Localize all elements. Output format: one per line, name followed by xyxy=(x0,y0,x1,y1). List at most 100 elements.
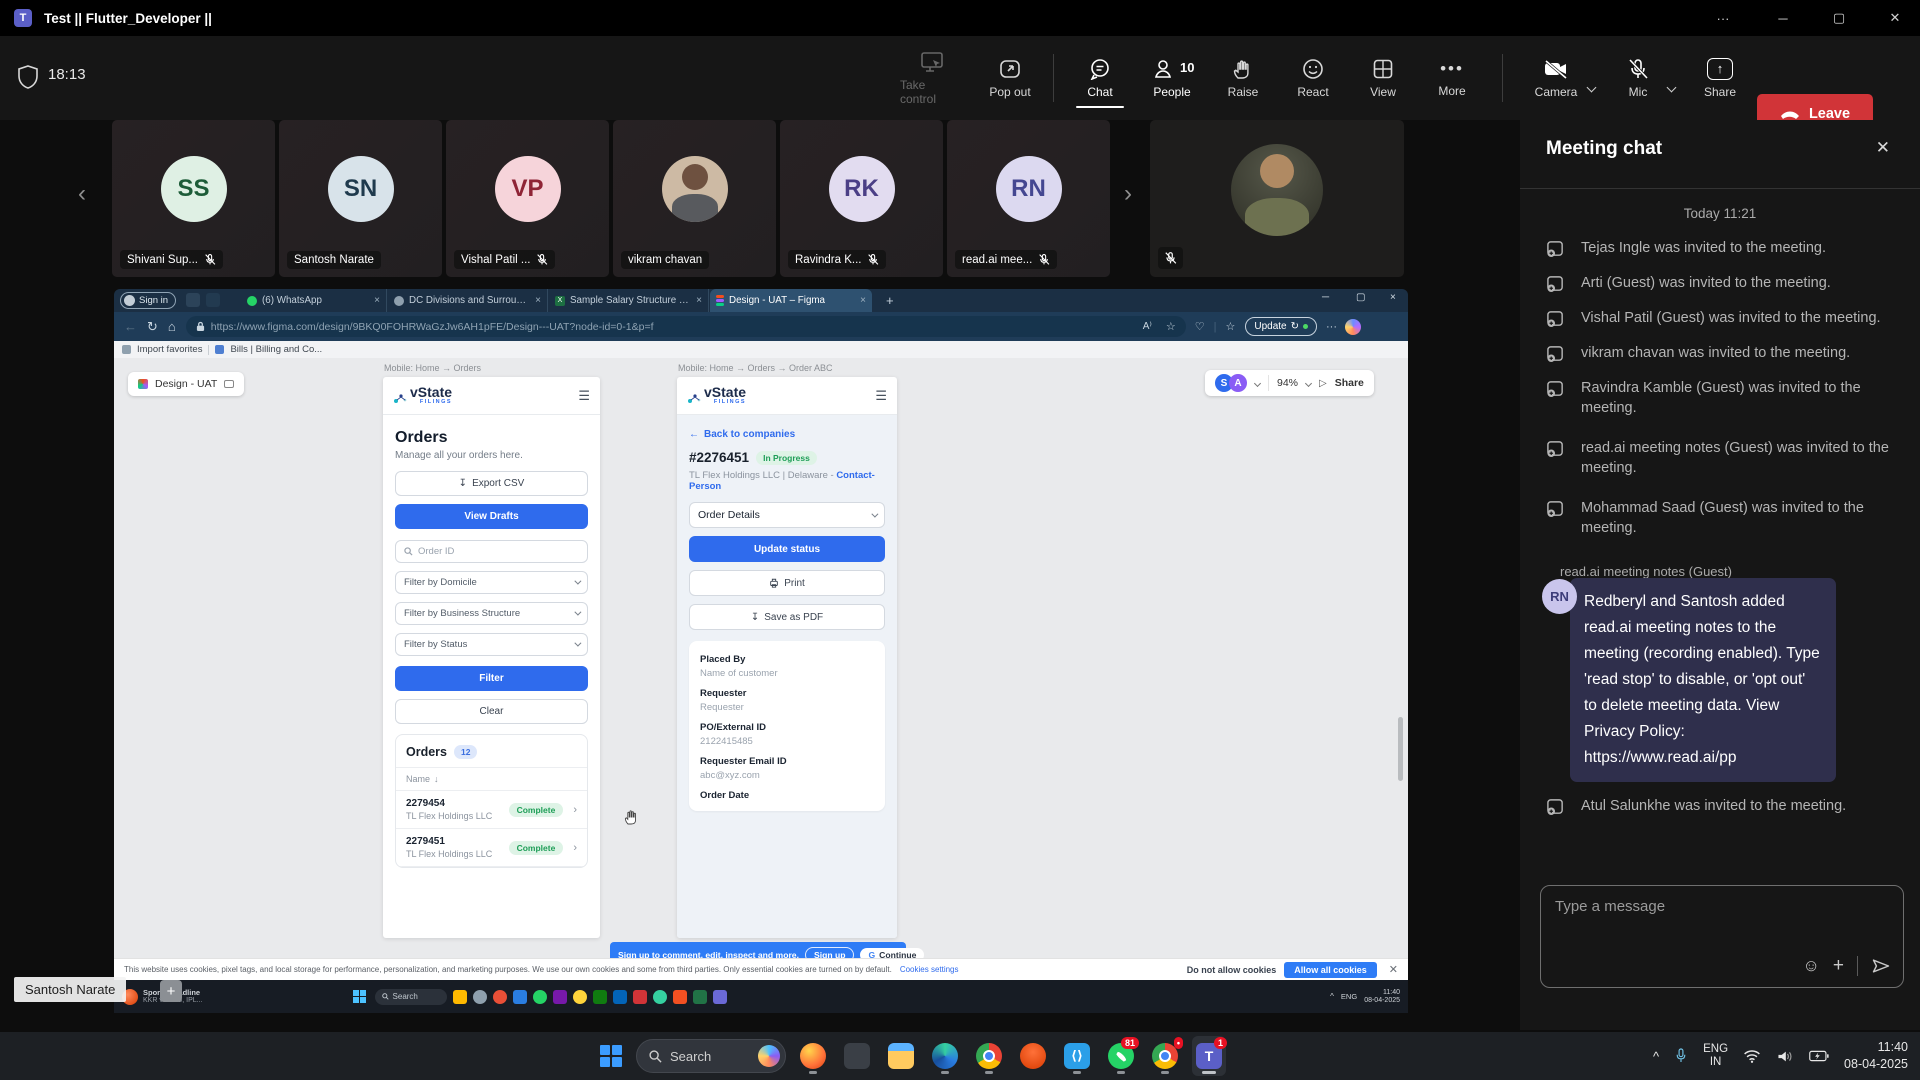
order-row[interactable]: 2279454TL Flex Holdings LLC Complete › xyxy=(396,791,587,829)
name-column-header[interactable]: Name↓ xyxy=(396,768,587,791)
titlebar-more-icon[interactable]: ··· xyxy=(1700,0,1746,36)
bookmark-bills[interactable]: Bills | Billing and Co... xyxy=(230,344,322,355)
order-id-search-input[interactable]: Order ID xyxy=(395,540,588,563)
hamburger-menu-icon[interactable]: ☰ xyxy=(578,388,590,404)
taskbar-icon[interactable] xyxy=(593,990,607,1004)
tab-dc-divisions[interactable]: DC Divisions and Surroundings × xyxy=(388,289,548,312)
react-button[interactable]: React xyxy=(1281,46,1345,110)
filter-business-structure-select[interactable]: Filter by Business Structure xyxy=(395,602,588,625)
copilot-icon[interactable] xyxy=(1345,319,1361,335)
tab-whatsapp[interactable]: (6) WhatsApp × xyxy=(241,289,387,312)
participant-tile[interactable]: SN Santosh Narate xyxy=(279,120,442,277)
print-button[interactable]: Print xyxy=(689,570,885,596)
participant-tile[interactable]: RN read.ai mee... xyxy=(947,120,1110,277)
wifi-icon[interactable] xyxy=(1743,1049,1761,1063)
take-control-button[interactable]: Take control xyxy=(900,46,964,110)
tab-figma-active[interactable]: Design - UAT – Figma × xyxy=(710,289,872,312)
tray-chevron-icon[interactable]: ^ xyxy=(1653,1049,1659,1064)
spotlight-tile[interactable] xyxy=(1150,120,1404,277)
filter-status-select[interactable]: Filter by Status xyxy=(395,633,588,656)
camera-button[interactable]: Camera xyxy=(1524,46,1588,110)
taskbar-icon[interactable] xyxy=(493,990,507,1004)
taskbar-icon[interactable] xyxy=(673,990,687,1004)
strip-next-chevron[interactable]: › xyxy=(1124,182,1132,206)
participant-tile[interactable]: VP Vishal Patil ... xyxy=(446,120,609,277)
browser-minimize-icon[interactable]: ─ xyxy=(1322,292,1329,303)
back-to-companies-link[interactable]: ←Back to companies xyxy=(689,429,885,440)
people-button[interactable]: 10 People xyxy=(1140,46,1204,110)
chat-input-box[interactable]: ☺ + xyxy=(1540,885,1904,988)
clock[interactable]: 11:40 08-04-2025 xyxy=(1844,1039,1908,1073)
raise-hand-button[interactable]: Raise xyxy=(1211,46,1275,110)
frame-label[interactable]: Mobile: Home → Orders xyxy=(384,363,481,373)
emoji-icon[interactable]: ☺ xyxy=(1803,956,1820,976)
minimize-button[interactable]: ─ xyxy=(1760,0,1806,36)
taskbar-edge[interactable] xyxy=(928,1036,962,1076)
favorite-star-icon[interactable]: ☆ xyxy=(1166,320,1176,333)
taskbar-icon[interactable] xyxy=(633,990,647,1004)
start-button[interactable] xyxy=(600,1045,622,1067)
participant-tile[interactable]: vikram chavan xyxy=(613,120,776,277)
taskbar-icon[interactable] xyxy=(473,990,487,1004)
browser-maximize-icon[interactable]: ▢ xyxy=(1356,292,1365,303)
zoom-chevron-icon[interactable] xyxy=(1305,379,1312,386)
clear-button[interactable]: Clear xyxy=(395,699,588,724)
filter-domicile-select[interactable]: Filter by Domicile xyxy=(395,571,588,594)
allow-cookies-button[interactable]: Allow all cookies xyxy=(1284,962,1377,978)
present-play-icon[interactable]: ▷ xyxy=(1319,378,1327,389)
taskbar-whatsapp[interactable]: 81 xyxy=(1104,1036,1138,1076)
pop-out-button[interactable]: Pop out xyxy=(978,46,1042,110)
tab-close-icon[interactable]: × xyxy=(860,295,866,306)
cookies-settings-link[interactable]: Cookies settings xyxy=(900,965,959,974)
tab-close-icon[interactable]: × xyxy=(535,295,541,306)
avatars-chevron-icon[interactable] xyxy=(1254,379,1261,386)
hamburger-menu-icon[interactable]: ☰ xyxy=(875,388,887,404)
home-icon[interactable]: ⌂ xyxy=(168,319,176,334)
chat-close-icon[interactable]: ✕ xyxy=(1876,138,1890,158)
figma-frame-orders[interactable]: vStateFILINGS ☰ Orders Manage all your o… xyxy=(383,377,600,938)
frame-label[interactable]: Mobile: Home → Orders → Order ABC xyxy=(678,363,833,373)
presenter-tray[interactable]: ^ ENG 11:4008-04-2025 xyxy=(1330,989,1400,1005)
tab-actions-icon[interactable] xyxy=(206,293,220,307)
more-button[interactable]: ••• More xyxy=(1420,46,1484,110)
maximize-button[interactable]: ▢ xyxy=(1816,0,1862,36)
url-field[interactable]: https://www.figma.com/design/9BKQ0FOHRWa… xyxy=(186,316,1186,337)
mic-button[interactable]: Mic xyxy=(1606,46,1670,110)
attach-plus-icon[interactable]: + xyxy=(1833,955,1844,977)
browser-update-button[interactable]: Update ↻ xyxy=(1245,317,1317,336)
export-csv-button[interactable]: ↧Export CSV xyxy=(395,471,588,496)
taskbar-search[interactable]: Search xyxy=(375,989,447,1005)
bookmark-import-favorites[interactable]: Import favorites xyxy=(137,344,202,355)
save-as-pdf-button[interactable]: ↧Save as PDF xyxy=(689,604,885,630)
taskbar-chrome[interactable] xyxy=(972,1036,1006,1076)
taskbar-file-explorer[interactable] xyxy=(884,1036,918,1076)
chat-button[interactable]: Chat xyxy=(1068,46,1132,110)
tray-mic-icon[interactable] xyxy=(1674,1047,1688,1065)
language-indicator[interactable]: ENGIN xyxy=(1703,1043,1728,1069)
battery-icon[interactable] xyxy=(1809,1050,1829,1062)
refresh-icon[interactable]: ↻ xyxy=(147,319,158,335)
browser-menu-icon[interactable]: ··· xyxy=(1326,321,1337,333)
back-icon[interactable]: ← xyxy=(124,319,137,334)
speaker-icon[interactable] xyxy=(1776,1049,1794,1064)
collaborator-avatar[interactable]: A xyxy=(1229,374,1247,392)
taskbar-icon[interactable] xyxy=(533,990,547,1004)
chat-message-input[interactable] xyxy=(1555,898,1885,915)
taskbar-icon[interactable] xyxy=(553,990,567,1004)
taskbar-icon[interactable] xyxy=(613,990,627,1004)
strip-prev-chevron[interactable]: ‹ xyxy=(78,182,86,206)
browser-close-icon[interactable]: × xyxy=(1390,292,1396,303)
mic-options-chevron[interactable] xyxy=(1668,78,1675,96)
taskbar-firefox[interactable] xyxy=(796,1036,830,1076)
share-button[interactable]: ↑ Share xyxy=(1688,46,1752,110)
taskbar-icon[interactable] xyxy=(713,990,727,1004)
taskbar-vscode[interactable]: ⟨⟩ xyxy=(1060,1036,1094,1076)
figma-frame-order-detail[interactable]: vStateFILINGS ☰ ←Back to companies #2276… xyxy=(677,377,897,938)
taskbar-icon[interactable] xyxy=(453,990,467,1004)
deny-cookies-link[interactable]: Do not allow cookies xyxy=(1187,965,1277,975)
view-drafts-button[interactable]: View Drafts xyxy=(395,504,588,529)
plus-button[interactable]: + xyxy=(160,980,182,1002)
figma-sign-up-button[interactable]: Sign up xyxy=(805,947,855,959)
start-button[interactable] xyxy=(353,990,367,1004)
tab-close-icon[interactable]: × xyxy=(696,295,702,306)
